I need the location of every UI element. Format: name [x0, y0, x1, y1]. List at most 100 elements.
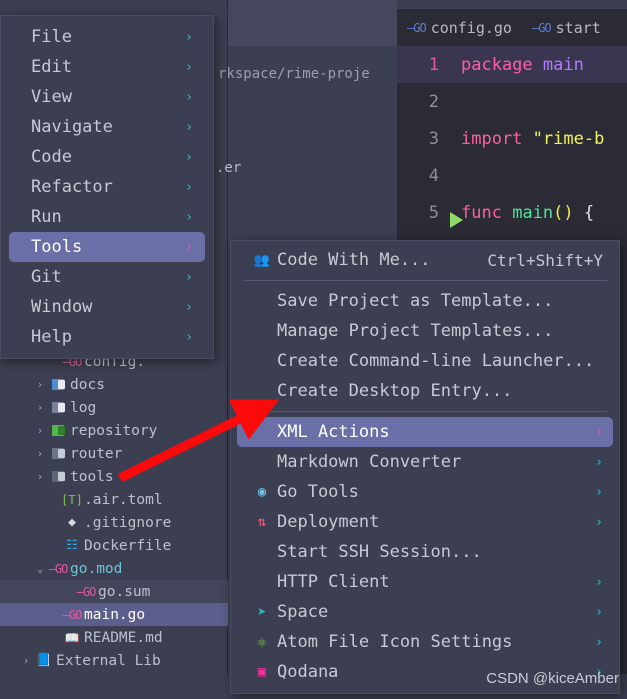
run-gutter-icon[interactable] — [450, 211, 463, 228]
menu-item-label: Edit — [31, 57, 72, 77]
tools-menu-item-label: Create Desktop Entry... — [277, 381, 513, 401]
menu-item-refactor[interactable]: Refactor › — [9, 172, 205, 202]
app-root: rkspace/rime-proje .er ‒GO config. › docs › l… — [0, 0, 627, 699]
tools-menu-item-xml-actions[interactable]: XML Actions › — [237, 417, 613, 447]
tools-menu-item-atom-file-icon-settings[interactable]: ⚛ Atom File Icon Settings › — [237, 627, 613, 657]
tools-menu-item-start-ssh-session[interactable]: Start SSH Session... — [237, 537, 613, 567]
tree-item-label: go.mod — [70, 560, 123, 577]
tools-menu-item-save-project-as-template[interactable]: Save Project as Template... — [237, 286, 613, 316]
line-number: 4 — [428, 165, 439, 186]
tree-row[interactable]: ‒GO main.go — [0, 603, 228, 626]
tree-item-label: main.go — [84, 606, 146, 623]
menu-item-label: Help — [31, 327, 72, 347]
tree-expand-arrow[interactable]: › — [32, 401, 48, 414]
tree-row[interactable]: › repository — [0, 419, 228, 442]
chevron-right-icon: › — [595, 604, 603, 620]
tree-row[interactable]: ⌄ ‒GO go.mod — [0, 557, 228, 580]
menu-item-help[interactable]: Help › — [9, 322, 205, 352]
menu-item-view[interactable]: View › — [9, 82, 205, 112]
editor-tab-bar[interactable]: ‒GO config.go ‒GO start — [397, 9, 627, 46]
tree-row[interactable]: › log — [0, 396, 228, 419]
menu-item-label: File — [31, 27, 72, 47]
tree-expand-arrow[interactable]: ⌄ — [32, 562, 48, 575]
code-line[interactable]: 1 package main — [397, 46, 627, 83]
tools-menu-item-http-client[interactable]: HTTP Client › — [237, 567, 613, 597]
tools-menu-item-manage-project-templates[interactable]: Manage Project Templates... — [237, 316, 613, 346]
tools-menu-item-markdown-converter[interactable]: Markdown Converter › — [237, 447, 613, 477]
tools-menu-item-label: Go Tools — [277, 482, 359, 502]
code-text: package main — [461, 54, 584, 75]
tree-row[interactable]: › 📘 External Lib — [0, 649, 228, 672]
menu-item-label: Code — [31, 147, 72, 167]
tree-expand-arrow[interactable]: › — [32, 447, 48, 460]
atom-icon: ⚛ — [257, 633, 267, 651]
tree-expand-arrow[interactable]: › — [18, 654, 34, 667]
chevron-right-icon: › — [595, 484, 603, 500]
tree-row[interactable]: 📖 README.md — [0, 626, 228, 649]
menu-shortcut-label: Ctrl+Shift+Y — [487, 250, 603, 270]
tools-menu-item-label: Code With Me... — [277, 250, 431, 270]
tree-row[interactable]: › docs — [0, 373, 228, 396]
editor-tab[interactable]: ‒GO config.go — [397, 19, 522, 37]
menu-item-git[interactable]: Git › — [9, 262, 205, 292]
tree-expand-arrow[interactable]: › — [32, 470, 48, 483]
menu-item-label: View — [31, 87, 72, 107]
chevron-right-icon: › — [185, 239, 193, 255]
tree-row[interactable]: › router — [0, 442, 228, 465]
tools-menu-item-label: Deployment — [277, 512, 380, 532]
menu-item-label: Refactor — [31, 177, 113, 197]
tree-expand-arrow[interactable]: › — [32, 378, 48, 391]
tree-item-label: External Lib — [56, 652, 161, 669]
tree-row[interactable]: [T] .air.toml — [0, 488, 228, 511]
external-libraries-icon: 📘 — [35, 653, 53, 668]
menu-separator — [243, 280, 607, 281]
code-line[interactable]: 5 func main() { — [397, 194, 627, 231]
tree-row[interactable]: ◆ .gitignore — [0, 511, 228, 534]
menu-item-edit[interactable]: Edit › — [9, 52, 205, 82]
gopher-icon: ◉ — [257, 484, 267, 500]
tree-item-label: docs — [70, 376, 105, 393]
project-file-tree[interactable]: ‒GO config. › docs › log › repository › router › to… — [0, 350, 228, 695]
tree-item-label: tools — [70, 468, 114, 485]
tree-row[interactable]: › tools — [0, 465, 228, 488]
background-stray-text: .er — [216, 160, 242, 176]
tree-row[interactable]: ‒GO go.sum — [0, 580, 228, 603]
tools-menu-item-label: Atom File Icon Settings — [277, 632, 513, 652]
menu-item-label: Window — [31, 297, 93, 317]
tree-item-label: Dockerfile — [84, 537, 172, 554]
menu-item-code[interactable]: Code › — [9, 142, 205, 172]
menu-item-file[interactable]: File › — [9, 22, 205, 52]
code-line[interactable]: 3 import "rime-b — [397, 120, 627, 157]
code-line[interactable]: 2 — [397, 83, 627, 120]
tools-menu-item-space[interactable]: ➤ Space › — [237, 597, 613, 627]
tools-menu-item-deployment[interactable]: ⇅ Deployment › — [237, 507, 613, 537]
tree-item-label: repository — [70, 422, 158, 439]
menu-item-run[interactable]: Run › — [9, 202, 205, 232]
editor-tab[interactable]: ‒GO start — [522, 19, 611, 37]
code-line[interactable]: 4 — [397, 157, 627, 194]
breadcrumb-strip — [228, 0, 397, 46]
tree-expand-arrow[interactable]: › — [32, 424, 48, 437]
tools-menu-item-create-command-line-launcher[interactable]: Create Command-line Launcher... — [237, 346, 613, 376]
tools-menu-item-code-with-me[interactable]: 👥 Code With Me... Ctrl+Shift+Y — [237, 245, 613, 275]
tools-submenu-popup[interactable]: 👥 Code With Me... Ctrl+Shift+Y Save Project… — [230, 240, 620, 694]
tree-row[interactable]: ☷ Dockerfile — [0, 534, 228, 557]
menu-item-tools[interactable]: Tools › — [9, 232, 205, 262]
menu-item-window[interactable]: Window › — [9, 292, 205, 322]
line-number: 5 — [397, 203, 463, 228]
menu-item-label: Tools — [31, 237, 83, 257]
bottom-tool-strip-left — [0, 674, 260, 699]
chevron-right-icon: › — [595, 454, 603, 470]
tools-menu-item-label: XML Actions — [277, 422, 390, 442]
tools-menu-item-go-tools[interactable]: ◉ Go Tools › — [237, 477, 613, 507]
chevron-right-icon: › — [595, 634, 603, 650]
menu-item-navigate[interactable]: Navigate › — [9, 112, 205, 142]
editor-tab-label: config.go — [430, 18, 512, 37]
menu-item-label: Navigate — [31, 117, 113, 137]
go-file-icon: ‒GO — [407, 20, 427, 35]
line-number: 3 — [428, 128, 439, 149]
chevron-right-icon: › — [595, 514, 603, 530]
tools-menu-item-create-desktop-entry[interactable]: Create Desktop Entry... — [237, 376, 613, 406]
main-menu-popup[interactable]: File › Edit › View › Navigate › Code › Refactor › Ru… — [0, 15, 214, 359]
code-with-me-icon: 👥 — [253, 252, 271, 268]
